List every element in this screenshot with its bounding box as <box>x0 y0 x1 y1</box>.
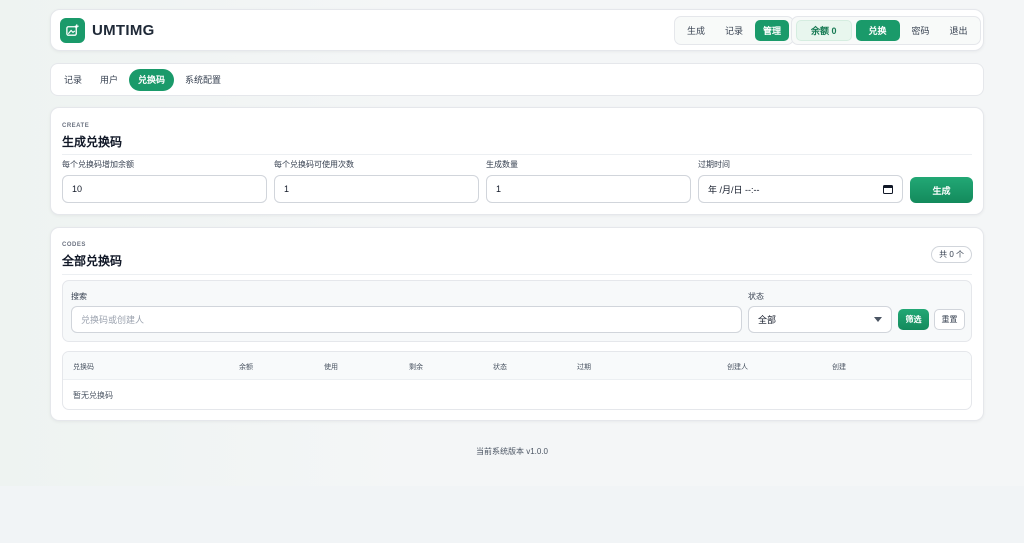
search-label: 搜索 <box>71 292 87 301</box>
logo-icon <box>60 18 85 43</box>
expiry-value: 年 /月/日 --:-- <box>708 184 760 195</box>
balance-badge: 余额 0 <box>796 20 852 41</box>
column-header: 兑换码 <box>73 364 94 371</box>
account-nav: 余额 0 兑换 密码 退出 <box>791 16 981 45</box>
column-header: 剩余 <box>409 364 423 371</box>
quantity-input[interactable]: 1 <box>486 175 691 203</box>
column-header: 状态 <box>493 364 507 371</box>
exchange-button[interactable]: 兑换 <box>855 20 900 41</box>
balance-per-code-label: 每个兑换码增加余额 <box>62 160 134 169</box>
calendar-icon[interactable] <box>883 184 893 194</box>
balance-per-code-input[interactable]: 10 <box>62 175 267 203</box>
create-card: CREATE 生成兑换码 每个兑换码增加余额 10 每个兑换码可使用次数 1 生… <box>50 107 984 215</box>
filter-button[interactable]: 筛选 <box>898 309 929 330</box>
table-header: 兑换码 余额 使用 剩余 状态 过期 创建人 创建 <box>63 352 971 380</box>
column-header: 创建人 <box>727 364 748 371</box>
status-label: 状态 <box>748 292 764 301</box>
chevron-down-icon <box>874 317 882 322</box>
divider <box>62 274 972 275</box>
codes-card: CODES 全部兑换码 共 0 个 搜索 兑换码或创建人 状态 全部 筛选 重置… <box>50 227 984 421</box>
search-input[interactable]: 兑换码或创建人 <box>71 306 742 333</box>
codes-title: 全部兑换码 <box>62 254 123 268</box>
nav-records[interactable]: 记录 <box>717 20 751 41</box>
empty-state: 暂无兑换码 <box>73 391 113 400</box>
password-button[interactable]: 密码 <box>904 20 938 41</box>
version-footer: 当前系统版本 v1.0.0 <box>475 447 548 456</box>
tab-system-config[interactable]: 系统配置 <box>178 69 228 91</box>
column-header: 创建 <box>832 364 846 371</box>
nav-admin[interactable]: 管理 <box>755 20 790 41</box>
codes-eyebrow: CODES <box>62 242 86 248</box>
create-eyebrow: CREATE <box>62 123 90 129</box>
tab-users[interactable]: 用户 <box>93 69 125 91</box>
main-nav: 生成 记录 管理 <box>674 16 795 45</box>
top-header: UMTIMG 生成 记录 管理 余额 0 兑换 密码 退出 <box>50 9 984 51</box>
status-value: 全部 <box>758 315 777 325</box>
brand-name: UMTIMG <box>92 22 155 39</box>
logout-button[interactable]: 退出 <box>942 20 976 41</box>
tab-records[interactable]: 记录 <box>57 69 89 91</box>
column-header: 余额 <box>239 364 253 371</box>
nav-generate[interactable]: 生成 <box>679 20 713 41</box>
count-badge: 共 0 个 <box>931 246 972 263</box>
status-select[interactable]: 全部 <box>748 306 892 333</box>
column-header: 过期 <box>577 364 591 371</box>
quantity-label: 生成数量 <box>486 160 518 169</box>
reset-button[interactable]: 重置 <box>934 309 965 330</box>
tab-codes[interactable]: 兑换码 <box>129 68 175 91</box>
generate-button[interactable]: 生成 <box>910 177 973 203</box>
uses-per-code-input[interactable]: 1 <box>274 175 479 203</box>
expiry-label: 过期时间 <box>698 160 730 169</box>
divider <box>62 154 972 155</box>
expiry-input[interactable]: 年 /月/日 --:-- <box>698 175 903 203</box>
filter-panel: 搜索 兑换码或创建人 状态 全部 筛选 重置 <box>62 280 972 342</box>
create-title: 生成兑换码 <box>62 135 123 149</box>
column-header: 使用 <box>324 364 338 371</box>
admin-tabs: 记录 用户 兑换码 系统配置 <box>50 63 984 96</box>
codes-table: 兑换码 余额 使用 剩余 状态 过期 创建人 创建 暂无兑换码 <box>62 351 972 410</box>
uses-per-code-label: 每个兑换码可使用次数 <box>274 160 354 169</box>
